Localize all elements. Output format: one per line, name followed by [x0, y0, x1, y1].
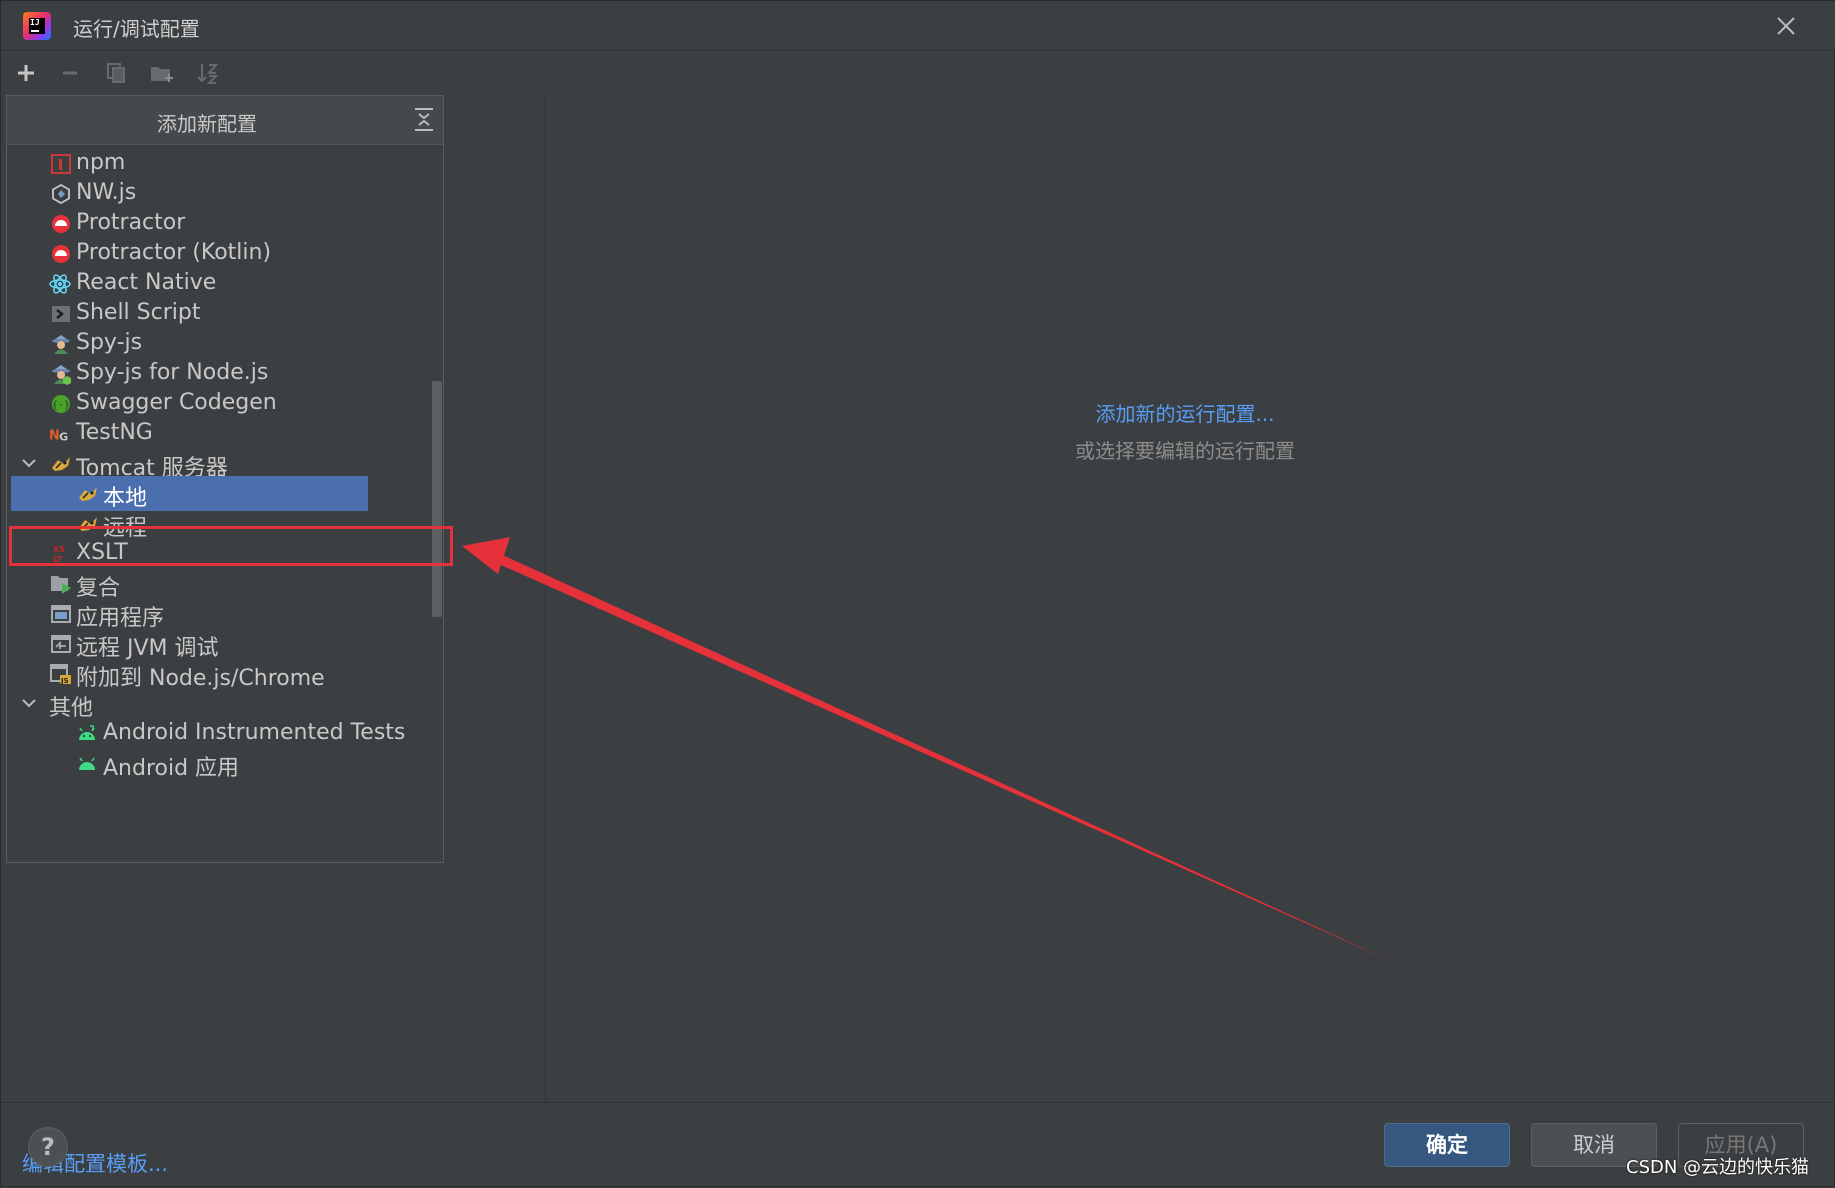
tree-item-label: Spy-js [76, 330, 143, 355]
remote-debug-icon [50, 633, 72, 655]
android-icon [76, 723, 98, 745]
sort-configs-button[interactable] [193, 58, 223, 88]
protractor-icon [50, 213, 72, 235]
svg-text:JS: JS [60, 677, 69, 685]
tree-item-android-app[interactable]: Android 应用 [7, 746, 427, 781]
svg-text:G: G [59, 430, 68, 443]
title-bar: IJ 运行/调试配置 [1, 1, 1835, 51]
application-icon [50, 603, 72, 625]
folder-add-icon [151, 67, 173, 82]
svg-text:{·}: {·} [52, 400, 70, 411]
spy-js-node-icon [50, 363, 72, 385]
attach-node-icon: JS [50, 663, 72, 685]
minus-icon [63, 71, 77, 75]
tree-item-label: Android 应用 [103, 756, 240, 781]
tree-item-label: Protractor [76, 210, 186, 235]
spy-js-icon [50, 333, 72, 355]
run-debug-config-dialog: IJ 运行/调试配置 添加新配置 npm NW.js Protractor Pr… [0, 0, 1835, 1187]
new-folder-button[interactable] [147, 58, 177, 88]
copy-icon [107, 63, 125, 83]
swagger-icon: {·} [50, 393, 72, 415]
svg-text:N: N [49, 429, 60, 444]
tomcat-icon [50, 453, 72, 475]
tree-item-label: Android Instrumented Tests [103, 720, 406, 745]
tree-item-label: Spy-js for Node.js [76, 360, 269, 385]
plus-icon [18, 65, 34, 81]
intellij-logo-icon: IJ [23, 12, 51, 40]
config-tree-panel: 添加新配置 npm NW.js Protractor Protractor (K… [1, 94, 546, 1176]
add-config-button[interactable] [11, 58, 41, 88]
popup-title: 添加新配置 [157, 112, 257, 136]
chevron-down-icon[interactable] [21, 455, 37, 471]
close-icon [1777, 17, 1795, 35]
npm-icon [50, 153, 72, 175]
testng-icon: NG [49, 423, 71, 445]
tree-item-label: Protractor (Kotlin) [76, 240, 272, 265]
ok-button[interactable]: 确定 [1384, 1123, 1510, 1167]
tree-item-label: TestNG [76, 420, 153, 445]
protractor-icon [50, 243, 72, 265]
tree-item-label: Shell Script [76, 300, 201, 325]
shell-script-icon [50, 303, 72, 325]
tree-item-label: NW.js [76, 180, 137, 205]
annotation-highlight-box [9, 526, 453, 566]
tree-item-label: Swagger Codegen [76, 390, 277, 415]
watermark: CSDN @云边的快乐猫 [1626, 1157, 1810, 1178]
tree-item-label: npm [76, 150, 126, 175]
add-new-run-config-link[interactable]: 添加新的运行配置... [547, 398, 1823, 427]
config-toolbar [1, 52, 546, 94]
compound-icon [50, 573, 72, 595]
config-type-tree: npm NW.js Protractor Protractor (Kotlin)… [7, 146, 427, 862]
react-icon [49, 273, 71, 295]
copy-config-button[interactable] [101, 58, 131, 88]
tree-scrollbar[interactable] [432, 381, 442, 617]
collapse-all-button[interactable] [412, 105, 436, 133]
add-new-config-popup: 添加新配置 npm NW.js Protractor Protractor (K… [6, 95, 444, 863]
nwjs-icon [50, 183, 72, 205]
tree-item-label: React Native [76, 270, 217, 295]
collapse-all-icon [415, 108, 433, 131]
tomcat-icon [77, 483, 99, 505]
popup-header: 添加新配置 [7, 96, 443, 145]
empty-state-hint: 或选择要编辑的运行配置 [1075, 439, 1295, 463]
android-icon [76, 753, 98, 775]
close-button[interactable] [1771, 11, 1801, 41]
remove-config-button[interactable] [55, 58, 85, 88]
sort-icon [197, 64, 219, 84]
chevron-down-icon[interactable] [21, 695, 37, 711]
config-details-panel: 添加新的运行配置... 或选择要编辑的运行配置 [547, 52, 1835, 1102]
window-title: 运行/调试配置 [73, 17, 200, 41]
help-button[interactable]: ? [28, 1127, 68, 1167]
dialog-button-bar: ? 确定 取消 应用(A) [1, 1102, 1835, 1188]
